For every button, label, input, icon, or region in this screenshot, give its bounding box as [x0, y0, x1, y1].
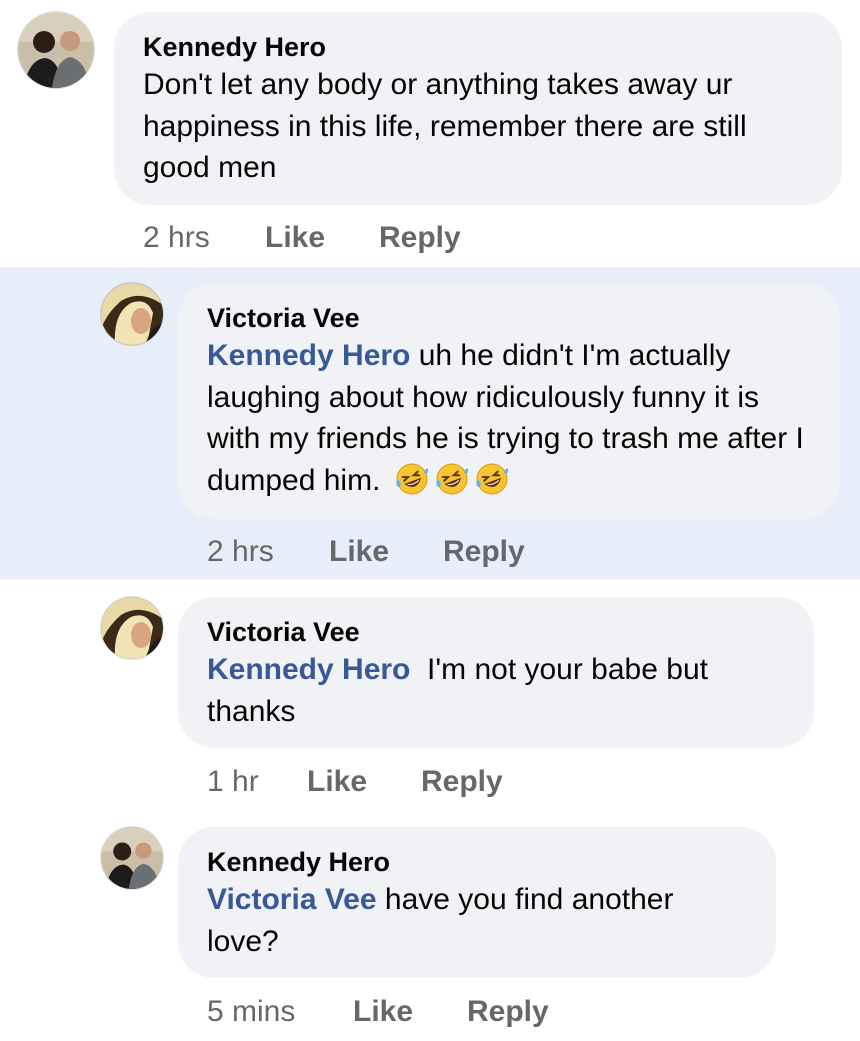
reply-button[interactable]: Reply — [379, 220, 461, 256]
comment-text: Kennedy Hero I'm not your babe but thank… — [207, 649, 782, 732]
comment-bubble: Victoria Vee Kennedy Hero uh he didn't I… — [178, 283, 840, 519]
kennedy-hero-avatar-icon — [101, 827, 163, 889]
comment-timestamp[interactable]: 2 hrs — [207, 534, 274, 570]
kennedy-hero-avatar-icon — [18, 12, 94, 88]
avatar[interactable] — [18, 12, 94, 88]
comment-timestamp[interactable]: 2 hrs — [143, 220, 210, 256]
comment-author[interactable]: Victoria Vee — [207, 302, 360, 334]
rofl-emoji-icon — [435, 462, 469, 496]
avatar[interactable] — [101, 827, 163, 889]
comment-bubble: Kennedy Hero Don't let any body or anyth… — [114, 12, 842, 205]
mention-link[interactable]: Kennedy Hero — [207, 339, 410, 372]
victoria-vee-avatar-icon — [101, 597, 163, 659]
reply-button[interactable]: Reply — [467, 994, 549, 1030]
comment-text: Kennedy Hero uh he didn't I'm actually l… — [207, 335, 807, 501]
comment-author[interactable]: Victoria Vee — [207, 616, 360, 648]
comment-author[interactable]: Kennedy Hero — [143, 31, 326, 63]
avatar[interactable] — [101, 597, 163, 659]
victoria-vee-avatar-icon — [101, 283, 163, 345]
rofl-emoji-icon — [395, 462, 429, 496]
comment-timestamp[interactable]: 1 hr — [207, 764, 259, 800]
like-button[interactable]: Like — [265, 220, 325, 256]
avatar[interactable] — [101, 283, 163, 345]
comment-timestamp[interactable]: 5 mins — [207, 994, 295, 1030]
reply-button[interactable]: Reply — [421, 764, 503, 800]
comment-text: Victoria Vee have you find another love? — [207, 879, 752, 962]
comment-author[interactable]: Kennedy Hero — [207, 846, 390, 878]
like-button[interactable]: Like — [329, 534, 389, 570]
like-button[interactable]: Like — [307, 764, 367, 800]
comment-bubble: Victoria Vee Kennedy Hero I'm not your b… — [178, 597, 814, 748]
reply-button[interactable]: Reply — [443, 534, 525, 570]
like-button[interactable]: Like — [353, 994, 413, 1030]
rofl-emoji-icon — [475, 462, 509, 496]
mention-link[interactable]: Victoria Vee — [207, 883, 377, 916]
comment-text: Don't let any body or anything takes awa… — [143, 68, 747, 184]
mention-link[interactable]: Kennedy Hero — [207, 653, 410, 686]
comment-bubble: Kennedy Hero Victoria Vee have you find … — [178, 827, 776, 978]
